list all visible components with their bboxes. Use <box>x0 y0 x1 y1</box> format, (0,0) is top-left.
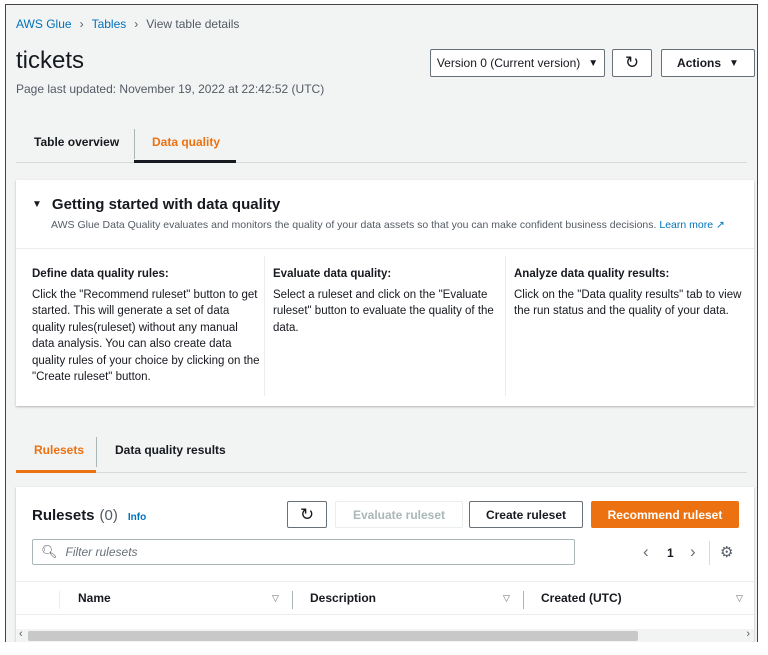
evaluate-ruleset-button[interactable]: Evaluate ruleset <box>335 501 463 528</box>
actions-button[interactable]: Actions ▼ <box>661 49 755 77</box>
tab-divider <box>134 129 135 159</box>
rulesets-count: (0) <box>99 507 118 524</box>
external-link-icon: ↗ <box>715 219 725 231</box>
column-title: Evaluate data quality: <box>273 268 392 280</box>
app-window: AWS Glue › Tables › View table details t… <box>5 4 758 642</box>
column-header-created[interactable]: Created (UTC) <box>541 591 622 605</box>
tab-data-quality-results[interactable]: Data quality results <box>115 443 226 457</box>
column-divider <box>264 256 265 396</box>
column-divider <box>523 591 524 609</box>
column-header-description[interactable]: Description <box>310 591 376 605</box>
divider <box>709 541 710 565</box>
create-ruleset-button[interactable]: Create ruleset <box>469 501 583 528</box>
breadcrumb-current: View table details <box>146 17 240 31</box>
chevron-right-icon: › <box>134 17 139 31</box>
scroll-right-icon[interactable]: › <box>746 628 750 640</box>
tab-rulesets[interactable]: Rulesets <box>34 443 84 457</box>
scroll-left-icon[interactable]: ‹ <box>19 628 23 640</box>
horizontal-scrollbar[interactable]: ‹ › <box>16 628 754 642</box>
recommend-ruleset-button[interactable]: Recommend ruleset <box>591 501 739 528</box>
refresh-rulesets-button[interactable]: ↻ <box>287 501 327 528</box>
column-title: Analyze data quality results: <box>514 268 670 280</box>
refresh-icon: ↻ <box>624 53 640 72</box>
refresh-icon: ↻ <box>299 504 315 524</box>
column-divider <box>505 256 506 396</box>
tab-data-quality[interactable]: Data quality <box>152 135 220 149</box>
scrollbar-thumb[interactable] <box>28 631 638 641</box>
column-text: Click on the "Data quality results" tab … <box>514 288 742 318</box>
divider <box>16 248 754 249</box>
filter-placeholder: Filter rulesets <box>65 545 138 559</box>
page-number[interactable]: 1 <box>667 546 674 560</box>
caret-down-icon: ▼ <box>729 57 739 69</box>
evaluate-column: Evaluate data quality: Select a ruleset a… <box>273 266 503 336</box>
caret-down-icon: ▼ <box>588 57 599 69</box>
refresh-button[interactable]: ↻ <box>612 49 652 77</box>
settings-gear-icon[interactable]: ⚙ <box>720 543 733 561</box>
caret-down-icon: ▼ <box>32 199 42 210</box>
sort-icon[interactable]: ▽ <box>503 593 510 604</box>
previous-page-icon[interactable]: ‹ <box>643 542 649 562</box>
column-divider <box>59 591 60 609</box>
column-header-name[interactable]: Name <box>78 591 111 605</box>
column-divider <box>292 591 293 609</box>
column-text: Click the "Recommend ruleset" button to … <box>32 288 260 384</box>
actions-label: Actions <box>677 56 722 70</box>
description-text: AWS Glue Data Quality evaluates and moni… <box>51 219 657 231</box>
sort-icon[interactable]: ▽ <box>272 593 279 604</box>
rulesets-header: Rulesets (0) Info <box>32 507 146 524</box>
version-select[interactable]: Version 0 (Current version) ▼ <box>430 49 605 77</box>
getting-started-heading: Getting started with data quality <box>51 196 281 213</box>
define-rules-column: Define data quality rules: Click the "Rec… <box>32 266 262 386</box>
table-header: Name ▽ Description ▽ Created (UTC) ▽ <box>16 591 754 611</box>
tab-divider <box>96 437 97 467</box>
column-text: Select a ruleset and click on the "Evalu… <box>273 288 494 334</box>
tabs-underline <box>16 162 747 163</box>
getting-started-description: AWS Glue Data Quality evaluates and moni… <box>51 219 725 231</box>
getting-started-toggle[interactable]: ▼ Getting started with data quality <box>32 196 280 213</box>
page-title: tickets <box>16 47 85 74</box>
breadcrumb-aws-glue[interactable]: AWS Glue <box>16 17 72 31</box>
breadcrumb: AWS Glue › Tables › View table details <box>16 17 239 31</box>
breadcrumb-tables[interactable]: Tables <box>92 17 127 31</box>
getting-started-panel: ▼ Getting started with data quality AWS … <box>16 180 754 406</box>
rulesets-container: Rulesets (0) Info ↻ Evaluate ruleset Cre… <box>16 487 754 642</box>
last-updated: Page last updated: November 19, 2022 at … <box>16 82 325 96</box>
info-link[interactable]: Info <box>128 512 146 523</box>
next-page-icon[interactable]: › <box>690 542 696 562</box>
divider <box>16 581 754 582</box>
active-tab-indicator <box>16 470 96 473</box>
divider <box>16 614 754 615</box>
search-icon: 🔍︎ <box>41 544 58 559</box>
column-title: Define data quality rules: <box>32 268 169 280</box>
rulesets-title: Rulesets <box>32 507 95 524</box>
analyze-column: Analyze data quality results: Click on th… <box>514 266 744 320</box>
tabs-underline <box>16 472 747 473</box>
active-tab-indicator <box>134 160 236 163</box>
learn-more-link[interactable]: Learn more ↗ <box>659 219 724 231</box>
sort-icon[interactable]: ▽ <box>736 593 743 604</box>
filter-rulesets-input[interactable]: 🔍︎ Filter rulesets <box>32 539 575 565</box>
chevron-right-icon: › <box>79 17 84 31</box>
version-select-value: Version 0 (Current version) <box>436 56 581 70</box>
tab-table-overview[interactable]: Table overview <box>34 135 119 149</box>
